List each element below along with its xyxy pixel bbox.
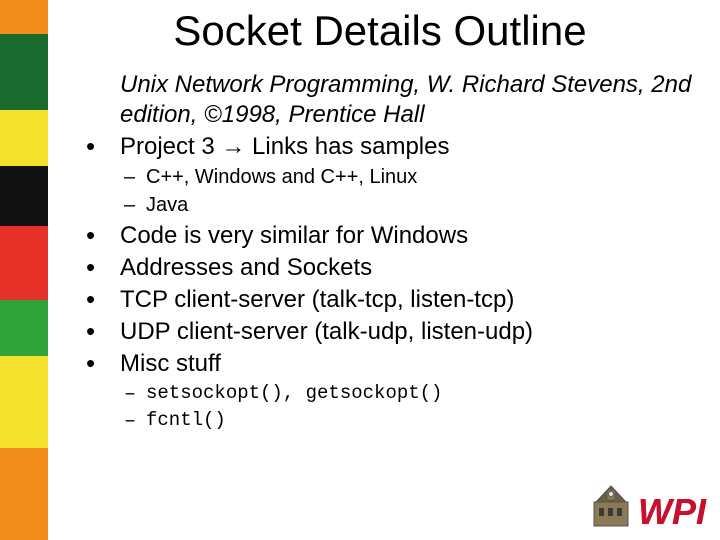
bullet-windows: Code is very similar for Windows xyxy=(120,221,700,251)
stripe-segment xyxy=(0,448,48,540)
stripe-segment xyxy=(0,166,48,226)
slide-title: Socket Details Outline xyxy=(60,8,700,54)
slide-content: Socket Details Outline Unix Network Prog… xyxy=(60,8,700,540)
bullet-misc: Misc stuff xyxy=(120,349,700,379)
subbullet-java: Java xyxy=(146,193,700,218)
wpi-seal-icon xyxy=(590,484,632,530)
subbullet-fcntl: fcntl() xyxy=(146,409,700,433)
stripe-segment xyxy=(0,110,48,166)
stripe-segment xyxy=(0,0,48,34)
stripe-segment xyxy=(0,300,48,356)
reference-text: Unix Network Programming, W. Richard Ste… xyxy=(120,70,700,130)
bullet-tcp: TCP client-server (talk-tcp, listen-tcp) xyxy=(120,285,700,315)
stripe-segment xyxy=(0,226,48,300)
wpi-logo: WPI xyxy=(590,484,706,530)
stripe-segment xyxy=(0,356,48,448)
slide-body: Unix Network Programming, W. Richard Ste… xyxy=(60,70,700,433)
subbullet-sockopt: setsockopt(), getsockopt() xyxy=(146,382,700,406)
bullet-udp: UDP client-server (talk-udp, listen-udp) xyxy=(120,317,700,347)
bullet-addresses: Addresses and Sockets xyxy=(120,253,700,283)
subbullet-cpp: C++, Windows and C++, Linux xyxy=(146,165,700,190)
bullet-project: Project 3 → Links has samples xyxy=(120,132,700,162)
stripe-segment xyxy=(0,34,48,110)
wpi-logo-text: WPI xyxy=(638,494,706,530)
